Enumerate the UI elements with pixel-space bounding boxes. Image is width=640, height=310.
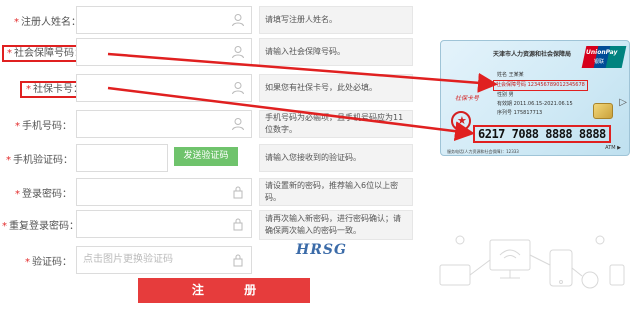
decorative-devices-illustration bbox=[439, 235, 625, 289]
arrow-card-no bbox=[107, 86, 475, 142]
arrow-ssn bbox=[107, 52, 498, 93]
